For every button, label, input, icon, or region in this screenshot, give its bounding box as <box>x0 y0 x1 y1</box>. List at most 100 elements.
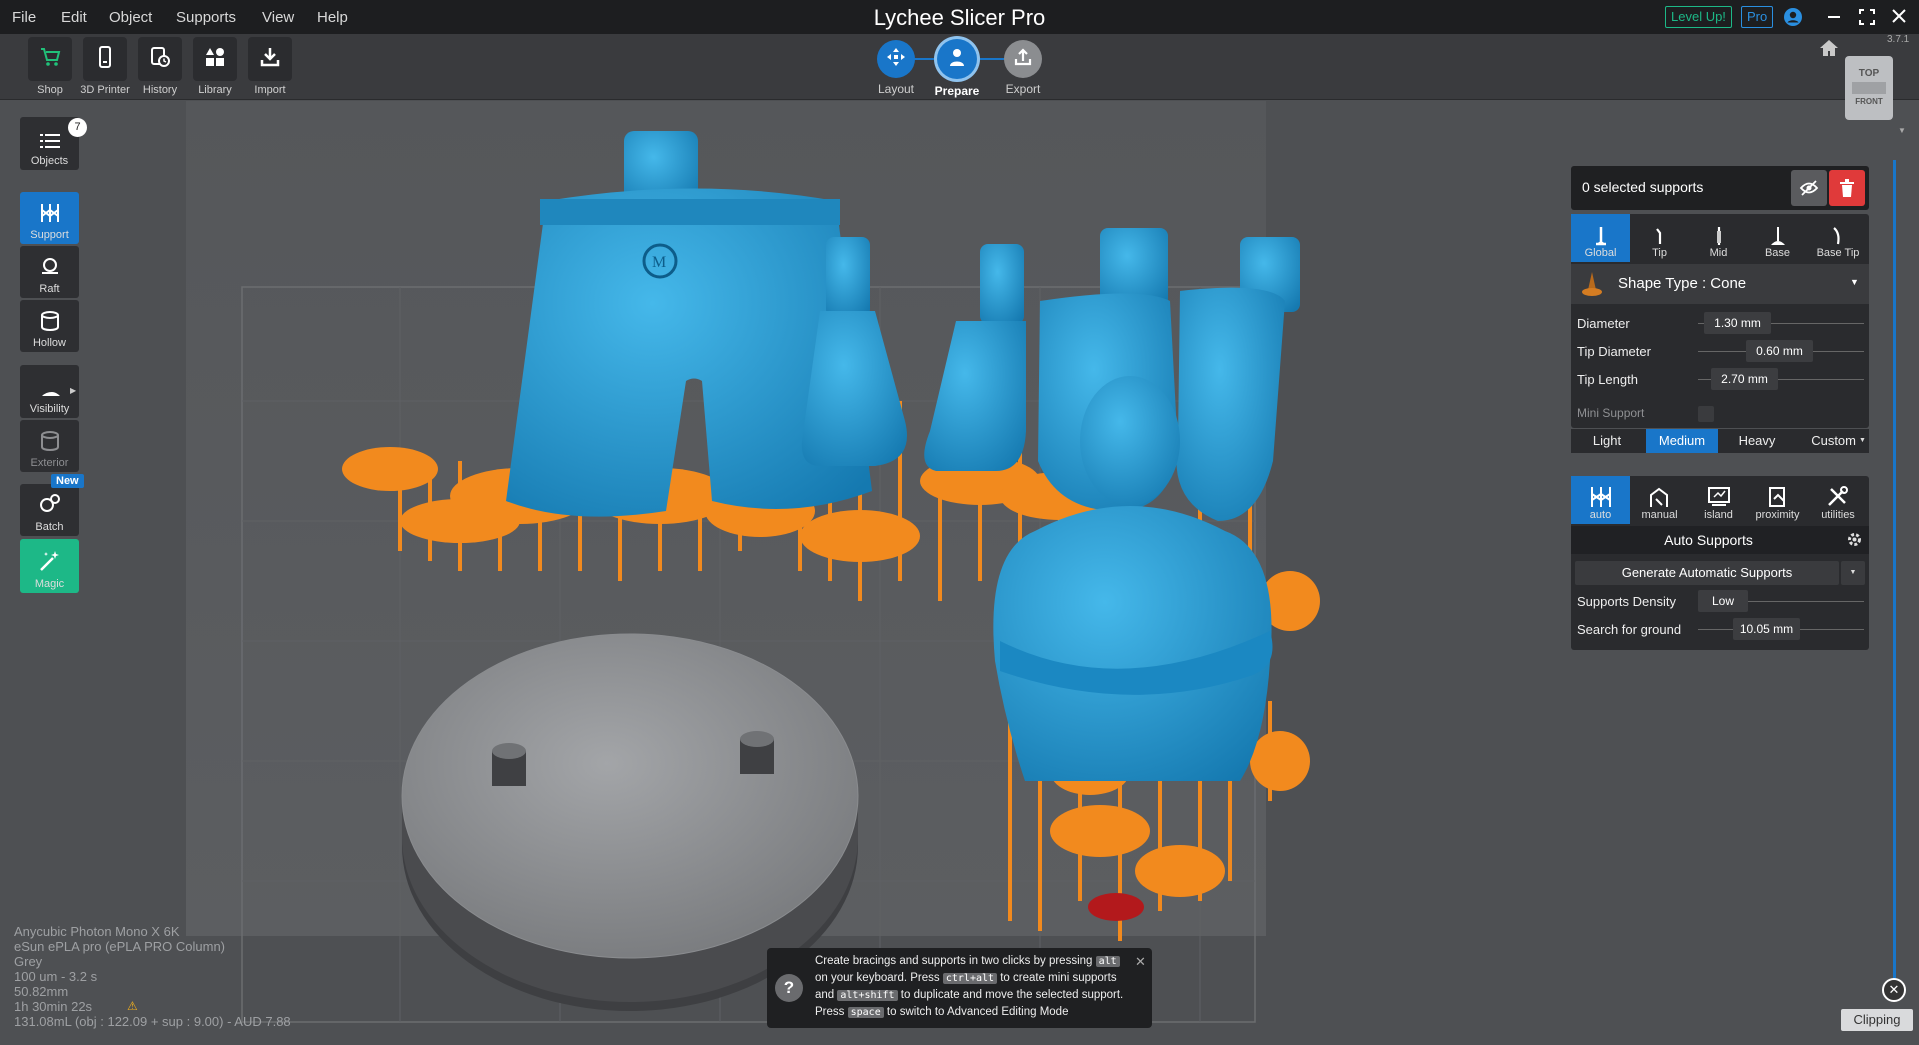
tab-manual[interactable]: manual <box>1630 476 1689 524</box>
tab-base[interactable]: Base <box>1748 214 1807 262</box>
warning-icon[interactable]: ⚠ <box>127 999 138 1013</box>
account-icon[interactable] <box>1783 7 1803 32</box>
minimize-icon[interactable] <box>1826 8 1842 29</box>
library-icon <box>203 45 227 74</box>
menu-object[interactable]: Object <box>109 9 152 26</box>
sidebar-item-magic[interactable]: Magic <box>20 539 79 593</box>
tab-base-tip[interactable]: Base Tip <box>1807 214 1869 262</box>
tab-label: Base <box>1764 247 1791 259</box>
tip-diameter-value[interactable]: 0.60 mm <box>1746 340 1813 362</box>
delete-supports-button[interactable] <box>1829 170 1865 206</box>
proximity-icon <box>1768 487 1785 507</box>
auto-supports-title: Auto Supports <box>1664 532 1753 548</box>
menu-help[interactable]: Help <box>317 9 348 26</box>
clipping-slider-track[interactable] <box>1893 160 1896 980</box>
gear-icon[interactable] <box>1847 532 1862 552</box>
density-segmented: Light Medium Heavy Custom ▼ <box>1571 429 1869 453</box>
menu-edit[interactable]: Edit <box>61 9 87 26</box>
tab-label: island <box>1704 509 1733 521</box>
tab-auto[interactable]: auto <box>1571 476 1630 524</box>
density-heavy-button[interactable]: Heavy <box>1721 429 1793 453</box>
sidebar-item-batch[interactable]: Batch <box>20 484 79 536</box>
history-icon <box>148 45 172 74</box>
tip-close-icon[interactable]: ✕ <box>1135 954 1146 970</box>
selected-supports-text: 0 selected supports <box>1582 179 1704 195</box>
tip-length-value[interactable]: 2.70 mm <box>1711 368 1778 390</box>
tip-support-icon <box>1655 228 1661 244</box>
sidebar-item-support[interactable]: Support <box>20 192 79 244</box>
tip-text: to create mini supports <box>1000 972 1117 984</box>
generate-options-chevron-icon[interactable]: ▼ <box>1841 561 1865 585</box>
custom-chevron-icon: ▼ <box>1859 437 1866 444</box>
support-person-icon <box>946 46 968 73</box>
shape-type-dropdown[interactable]: Shape Type : Cone ▼ <box>1571 264 1869 304</box>
view-cube-chevron-icon[interactable]: ▼ <box>1898 126 1906 135</box>
tab-island[interactable]: island <box>1689 476 1748 524</box>
menu-supports[interactable]: Supports <box>176 9 236 26</box>
view-cube[interactable]: TOP FRONT <box>1845 56 1893 120</box>
supports-density-value[interactable]: Low <box>1698 590 1748 612</box>
info-height: 50.82mm <box>14 984 69 999</box>
mid-support-icon <box>1716 227 1721 245</box>
level-up-button[interactable]: Level Up! <box>1665 6 1732 28</box>
step-export[interactable] <box>1004 40 1042 78</box>
selected-supports-bar: 0 selected supports <box>1571 166 1869 210</box>
batch-icon <box>38 492 62 519</box>
step-export-label: Export <box>1005 82 1041 96</box>
utilities-icon <box>1828 486 1848 506</box>
sidebar-item-exterior[interactable]: Exterior <box>20 420 79 472</box>
key-space: space <box>847 1007 884 1018</box>
density-light-button[interactable]: Light <box>1571 429 1643 453</box>
mini-support-checkbox[interactable] <box>1698 406 1714 422</box>
raft-icon <box>39 256 61 281</box>
view-cube-front[interactable]: FRONT <box>1845 97 1893 106</box>
eye-off-icon <box>1799 180 1819 196</box>
printer-button[interactable] <box>83 37 127 81</box>
home-icon[interactable] <box>1818 38 1840 63</box>
import-button[interactable] <box>248 37 292 81</box>
sidebar-item-label: Batch <box>35 521 64 533</box>
auto-supports-panel: auto manual island proximity utilities A… <box>1571 476 1869 650</box>
diameter-value[interactable]: 1.30 mm <box>1704 312 1771 334</box>
sidebar-item-raft[interactable]: Raft <box>20 246 79 298</box>
shape-type-label: Shape Type : Cone <box>1618 275 1747 292</box>
key-ctrl-alt: ctrl+alt <box>942 973 998 984</box>
key-alt-shift: alt+shift <box>837 990 898 1001</box>
tab-label: Tip <box>1652 247 1667 259</box>
step-layout[interactable] <box>877 40 915 78</box>
search-ground-value[interactable]: 10.05 mm <box>1733 618 1800 640</box>
info-resin: eSun ePLA pro (ePLA PRO Column) <box>14 939 226 954</box>
menu-view[interactable]: View <box>262 9 294 26</box>
shop-button[interactable] <box>28 37 72 81</box>
3d-viewport[interactable]: M <box>100 101 1550 1040</box>
info-color: Grey <box>14 954 43 969</box>
density-custom-button[interactable]: Custom <box>1796 429 1856 453</box>
hollow-icon <box>39 310 61 335</box>
tip-text: Create bracings and supports in two clic… <box>815 955 1093 967</box>
density-medium-button[interactable]: Medium <box>1646 429 1718 453</box>
maximize-icon[interactable] <box>1858 8 1876 31</box>
menu-file[interactable]: File <box>12 9 36 26</box>
tab-label: Mid <box>1709 247 1728 259</box>
auto-support-icon <box>1590 487 1611 507</box>
tab-global[interactable]: Global <box>1571 214 1630 262</box>
hide-supports-button[interactable] <box>1791 170 1827 206</box>
sidebar-item-label: Support <box>30 229 69 241</box>
view-cube-top[interactable]: TOP <box>1845 68 1893 79</box>
history-button[interactable] <box>138 37 182 81</box>
tab-utilities[interactable]: utilities <box>1807 476 1869 524</box>
tip-text: and <box>815 989 835 1001</box>
sidebar-item-hollow[interactable]: Hollow <box>20 300 79 352</box>
exterior-icon <box>39 430 61 455</box>
generate-supports-button[interactable]: Generate Automatic Supports <box>1575 561 1839 585</box>
clipping-handle-icon[interactable]: ✕ <box>1882 978 1906 1002</box>
library-button[interactable] <box>193 37 237 81</box>
clipping-button[interactable]: Clipping <box>1841 1009 1913 1031</box>
step-prepare[interactable] <box>937 39 977 79</box>
tab-proximity[interactable]: proximity <box>1748 476 1807 524</box>
tab-tip[interactable]: Tip <box>1630 214 1689 262</box>
close-icon[interactable] <box>1891 8 1907 29</box>
export-icon <box>1013 47 1033 72</box>
pro-badge[interactable]: Pro <box>1741 6 1774 28</box>
tab-mid[interactable]: Mid <box>1689 214 1748 262</box>
